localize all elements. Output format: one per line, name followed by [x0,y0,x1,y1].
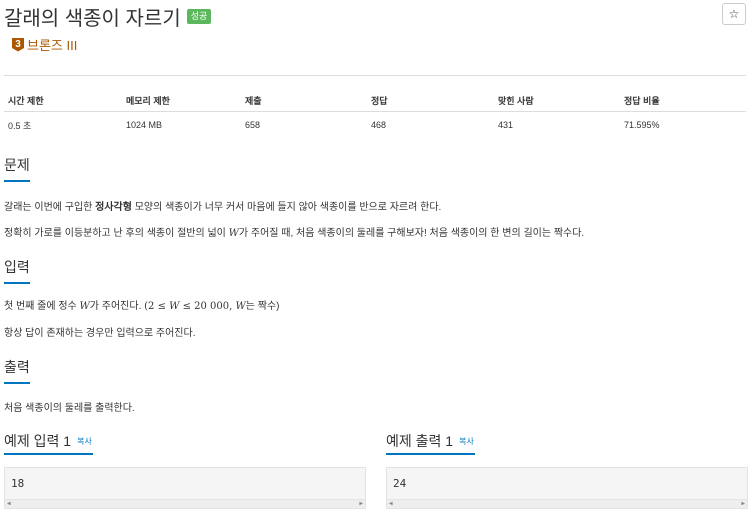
math-variable: W [235,301,246,312]
output-paragraph-1: 처음 색종이의 둘레를 출력한다. [4,403,135,414]
accepted-value[interactable]: 468 [367,112,494,139]
bronze-tier-icon: 3 [12,37,24,52]
example-output-title: 예제 출력 1 [386,433,454,449]
example-output-header: 예제 출력 1 복사 [386,431,474,451]
section-title-input: 입력 [4,257,30,284]
scroll-left-icon[interactable]: ◀ [7,500,11,507]
text: 모양의 색종이가 너무 커서 마음에 들지 않아 색종이를 반으로 자르려 한다… [131,202,442,213]
description-paragraph-1: 갈래는 이번에 구입한 정사각형 모양의 색종이가 너무 커서 마음에 들지 않… [4,198,441,213]
header-submissions: 제출 [241,89,367,112]
text: 정확히 가로를 이등분하고 난 후의 색종이 절반의 넓이 [4,228,229,239]
header-ratio: 정답 비율 [620,89,746,112]
example-output-box[interactable]: 24 ◀ ▶ [386,467,748,509]
problem-info-table: 시간 제한 메모리 제한 제출 정답 맞힌 사람 정답 비율 0.5 초 102… [4,89,746,138]
text: 첫 번째 줄에 정수 [4,301,80,312]
example-input-header: 예제 입력 1 복사 [4,431,92,451]
text: 가 주어질 때, 처음 색종이의 둘레를 구해보자! 처음 색종이의 한 변의 … [238,228,585,239]
table-header-row: 시간 제한 메모리 제한 제출 정답 맞힌 사람 정답 비율 [4,89,746,112]
math-variable: W [228,228,239,239]
divider [4,75,746,76]
copy-output-button[interactable]: 복사 [459,436,474,447]
result-badge: 성공 [186,8,212,24]
scroll-right-icon[interactable]: ▶ [359,500,363,507]
example-output-underline [386,453,475,455]
header-solvers: 맞힌 사람 [494,89,620,112]
section-underline [4,282,30,284]
problem-header: 갈래의 색종이 자르기 성공 [4,2,212,30]
star-icon[interactable]: ☆ [722,3,746,25]
time-limit-value: 0.5 초 [8,120,32,131]
header-accepted: 정답 [367,89,494,112]
description-paragraph-2: 정확히 가로를 이등분하고 난 후의 색종이 절반의 넓이 W가 주어질 때, … [4,224,584,239]
text: 갈래는 이번에 구입한 [4,202,96,213]
submissions-value[interactable]: 658 [241,112,367,139]
horizontal-scrollbar[interactable]: ◀ ▶ [387,499,747,508]
scroll-left-icon[interactable]: ◀ [389,500,393,507]
section-underline [4,382,30,384]
tier-badge[interactable]: 3 브론즈 III [12,35,77,54]
scroll-right-icon[interactable]: ▶ [741,500,745,507]
example-output-value: 24 [393,477,407,490]
header-memory-limit: 메모리 제한 [122,89,241,112]
bold-text: 정사각형 [95,202,132,213]
problem-title: 갈래의 색종이 자르기 [4,7,181,30]
text: 는 짝수) [245,301,280,312]
section-title-output-text: 출력 [4,359,30,375]
memory-limit-value: 1024 MB [126,120,163,130]
section-title-description-text: 문제 [4,157,30,173]
input-paragraph-2: 항상 답이 존재하는 경우만 입력으로 주어진다. [4,328,196,339]
math-variable: W [79,301,90,312]
section-title-description: 문제 [4,155,30,182]
example-input-value: 18 [11,477,25,490]
example-input-underline [4,453,93,455]
math-variable: W [169,301,180,312]
input-paragraph-1: 첫 번째 줄에 정수 W가 주어진다. (2 ≤ W ≤ 20 000, W는 … [4,297,280,312]
math-text: (2 ≤ [144,301,170,312]
section-underline [4,180,30,182]
example-input-title: 예제 입력 1 [4,433,72,449]
table-row: 0.5 초 1024 MB 658 468 431 71.595% [4,112,746,139]
copy-input-button[interactable]: 복사 [77,436,92,447]
tier-label: 브론즈 III [27,38,78,53]
ratio-value: 71.595% [624,120,660,130]
section-title-input-text: 입력 [4,259,30,275]
math-text: ≤ 20 000, [179,301,236,312]
text: 가 주어진다. [89,301,145,312]
horizontal-scrollbar[interactable]: ◀ ▶ [5,499,365,508]
section-title-output: 출력 [4,357,30,384]
example-input-box[interactable]: 18 ◀ ▶ [4,467,366,509]
header-time-limit: 시간 제한 [4,89,122,112]
solvers-value[interactable]: 431 [494,112,620,139]
